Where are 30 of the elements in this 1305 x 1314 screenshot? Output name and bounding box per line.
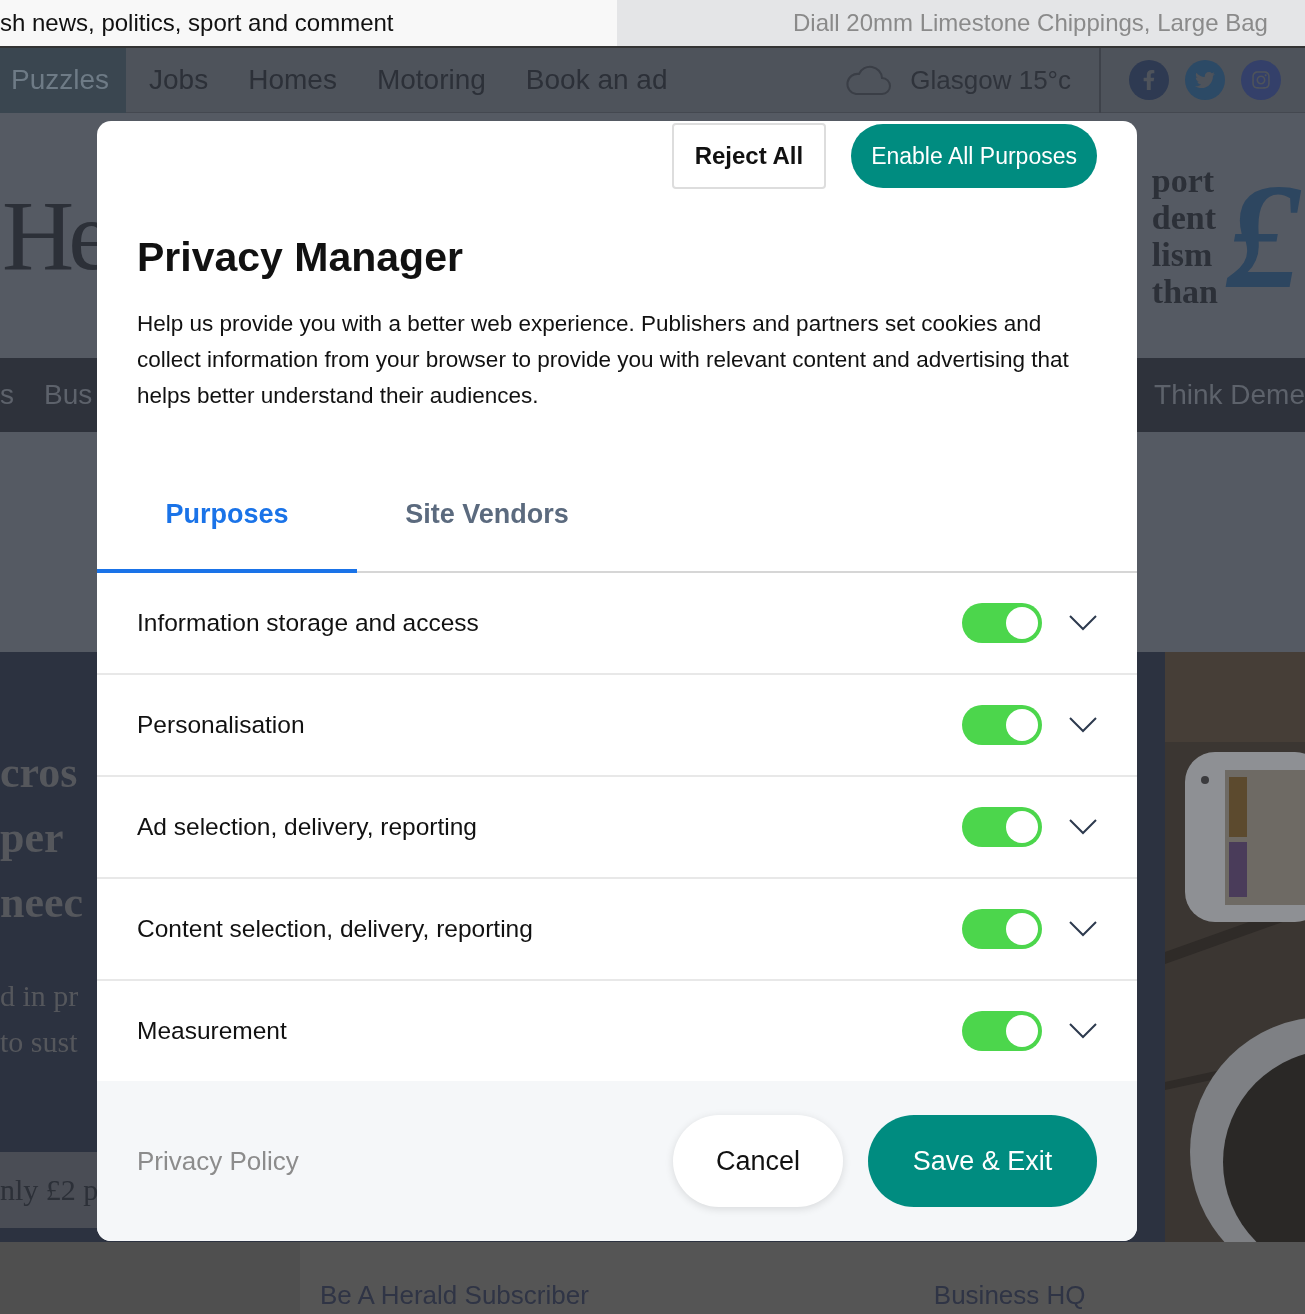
tab[interactable]: Site Vendors (357, 466, 617, 573)
toggle-switch[interactable] (962, 603, 1042, 643)
chevron-icon[interactable] (1069, 819, 1097, 835)
purpose-label: Measurement (137, 1017, 288, 1045)
tab[interactable]: Purposes (97, 466, 357, 573)
twitter-icon[interactable] (1185, 60, 1225, 100)
save-exit-button[interactable]: Save & Exit (868, 1115, 1097, 1207)
chevron-icon[interactable] (1069, 921, 1097, 937)
purpose-label: Ad selection, delivery, reporting (137, 813, 478, 841)
instagram-icon[interactable] (1241, 60, 1281, 100)
dialog-description: Help us provide you with a better web experience. Publishers and partners set cookies and collect information from your browser to provide you with relevant content and advertising that helps better understand their audiences. (137, 310, 1070, 410)
purpose-label: Information storage and access (137, 609, 480, 637)
toggle-switch[interactable] (962, 1011, 1042, 1051)
toggle-switch[interactable] (962, 909, 1042, 949)
browser-tab[interactable]: Diall 20mm Limestone Chippings, Large Bag (617, 0, 1305, 46)
chevron-icon[interactable] (1069, 615, 1097, 631)
purpose-label: Personalisation (137, 711, 306, 739)
purpose-label: Content selection, delivery, reporting (137, 915, 534, 943)
pound-sign: £ (1226, 160, 1301, 311)
privacy-policy-link[interactable]: Privacy Policy (137, 1145, 299, 1177)
cancel-button[interactable]: Cancel (673, 1115, 843, 1207)
facebook-icon[interactable] (1129, 60, 1169, 100)
browser-tab[interactable]: sh news, politics, sport and comment (0, 0, 617, 46)
reject-all-button[interactable]: Reject All (671, 123, 827, 189)
chevron-icon[interactable] (1069, 1023, 1097, 1039)
toggle-switch[interactable] (962, 705, 1042, 745)
dialog-title: Privacy Manager (137, 233, 464, 281)
toggle-switch[interactable] (962, 807, 1042, 847)
enable-all-button[interactable]: Enable All Purposes (851, 124, 1097, 188)
chevron-icon[interactable] (1069, 717, 1097, 733)
